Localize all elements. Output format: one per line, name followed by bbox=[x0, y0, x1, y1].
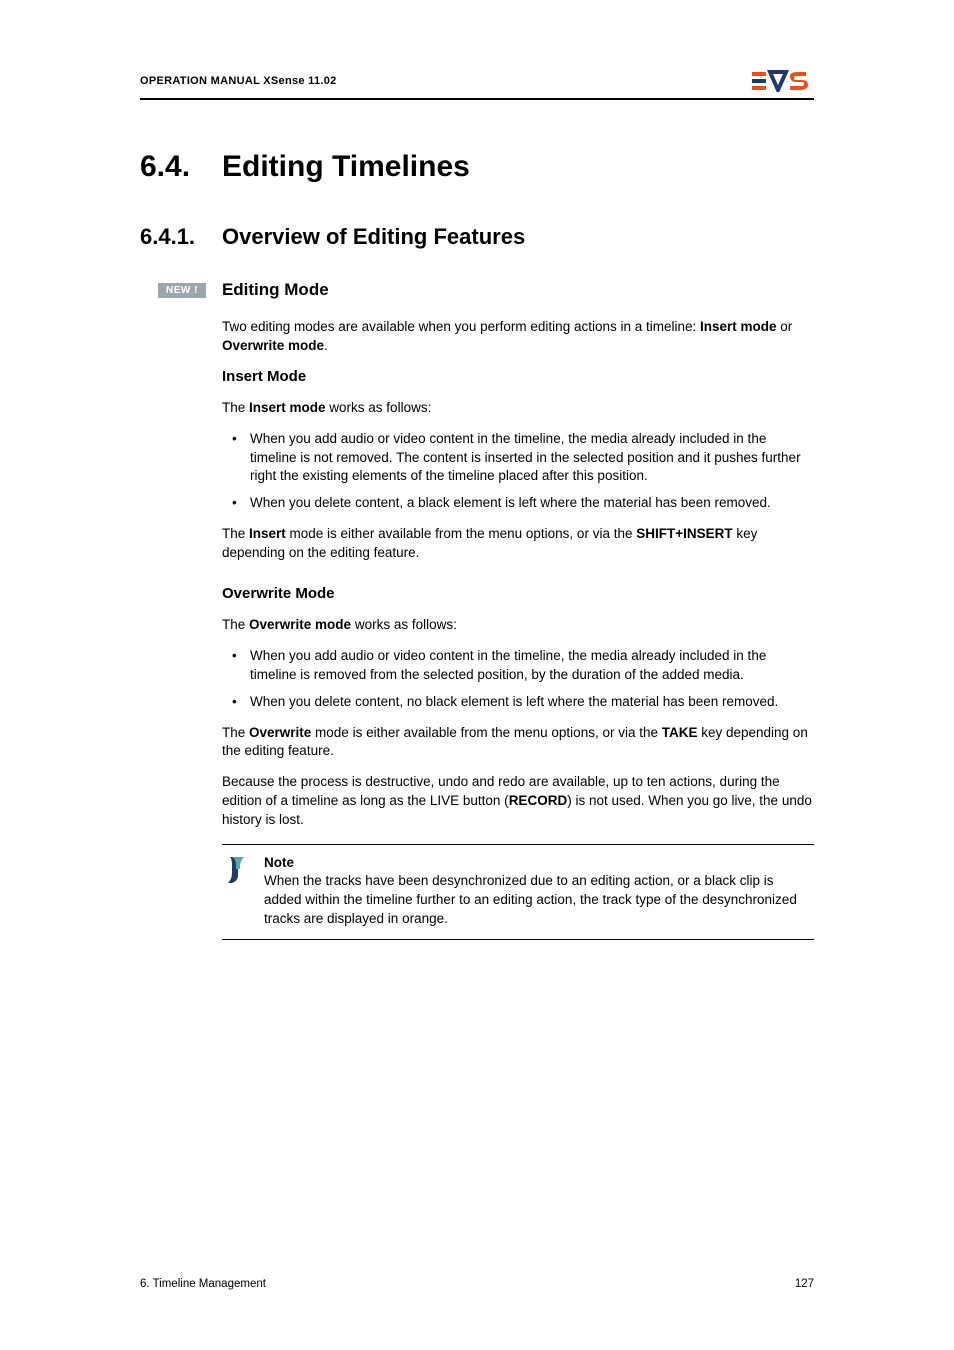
section-number: 6.4. bbox=[140, 150, 222, 184]
text: The bbox=[222, 725, 249, 740]
shift-insert-bold: SHIFT+INSERT bbox=[636, 526, 732, 541]
section-6-4-1-heading: 6.4.1. Overview of Editing Features bbox=[140, 224, 814, 250]
record-bold: RECORD bbox=[509, 793, 568, 808]
note-content: Note When the tracks have been desynchro… bbox=[264, 855, 814, 929]
insert-lead: The Insert mode works as follows: bbox=[222, 399, 814, 418]
overwrite-lead: The Overwrite mode works as follows: bbox=[222, 616, 814, 635]
evs-logo bbox=[752, 70, 814, 92]
page: OPERATION MANUAL XSense 11.02 6.4. Editi… bbox=[0, 0, 954, 1350]
editing-mode-heading: Editing Mode bbox=[222, 280, 329, 300]
text: The bbox=[222, 400, 249, 415]
text: mode is either available from the menu o… bbox=[311, 725, 661, 740]
list-item: When you add audio or video content in t… bbox=[222, 430, 814, 487]
list-item: When you delete content, a black element… bbox=[222, 494, 814, 513]
footer-section: 6. Timeline Management bbox=[140, 1278, 266, 1290]
intro-paragraph: Two editing modes are available when you… bbox=[222, 318, 814, 356]
overwrite-mode-heading: Overwrite Mode bbox=[222, 585, 814, 602]
insert-mode-bold: Insert mode bbox=[700, 319, 777, 334]
page-header: OPERATION MANUAL XSense 11.02 bbox=[140, 70, 814, 100]
text: mode is either available from the menu o… bbox=[286, 526, 636, 541]
subsection-title: Overview of Editing Features bbox=[222, 224, 525, 250]
insert-mode-bold: Insert mode bbox=[249, 400, 326, 415]
note-box: Note When the tracks have been desynchro… bbox=[222, 844, 814, 940]
note-text: When the tracks have been desynchronized… bbox=[264, 872, 814, 929]
manual-title: OPERATION MANUAL XSense 11.02 bbox=[140, 75, 337, 87]
list-item: When you delete content, no black elemen… bbox=[222, 693, 814, 712]
insert-tail: The Insert mode is either available from… bbox=[222, 525, 814, 563]
new-badge: NEW ! bbox=[158, 283, 206, 298]
text: or bbox=[777, 319, 793, 334]
note-title: Note bbox=[264, 855, 814, 870]
note-icon bbox=[222, 855, 250, 929]
overwrite-list: When you add audio or video content in t… bbox=[222, 647, 814, 712]
page-number: 127 bbox=[795, 1278, 814, 1290]
text: . bbox=[324, 338, 328, 353]
section-title: Editing Timelines bbox=[222, 150, 470, 184]
text: The bbox=[222, 617, 249, 632]
text: The bbox=[222, 526, 249, 541]
insert-bold: Insert bbox=[249, 526, 286, 541]
editing-mode-heading-row: NEW ! Editing Mode bbox=[222, 280, 814, 300]
overwrite-mode-bold: Overwrite mode bbox=[222, 338, 324, 353]
list-item: When you add audio or video content in t… bbox=[222, 647, 814, 685]
content-body: NEW ! Editing Mode Two editing modes are… bbox=[222, 280, 814, 940]
section-6-4-heading: 6.4. Editing Timelines bbox=[140, 150, 814, 184]
text: works as follows: bbox=[326, 400, 432, 415]
insert-mode-heading: Insert Mode bbox=[222, 368, 814, 385]
subsection-number: 6.4.1. bbox=[140, 224, 222, 250]
overwrite-tail: The Overwrite mode is either available f… bbox=[222, 724, 814, 762]
page-footer: 6. Timeline Management 127 bbox=[140, 1278, 814, 1290]
undo-paragraph: Because the process is destructive, undo… bbox=[222, 773, 814, 830]
overwrite-bold: Overwrite bbox=[249, 725, 311, 740]
insert-list: When you add audio or video content in t… bbox=[222, 430, 814, 514]
text: Two editing modes are available when you… bbox=[222, 319, 700, 334]
overwrite-mode-bold: Overwrite mode bbox=[249, 617, 351, 632]
text: works as follows: bbox=[351, 617, 457, 632]
take-bold: TAKE bbox=[662, 725, 698, 740]
